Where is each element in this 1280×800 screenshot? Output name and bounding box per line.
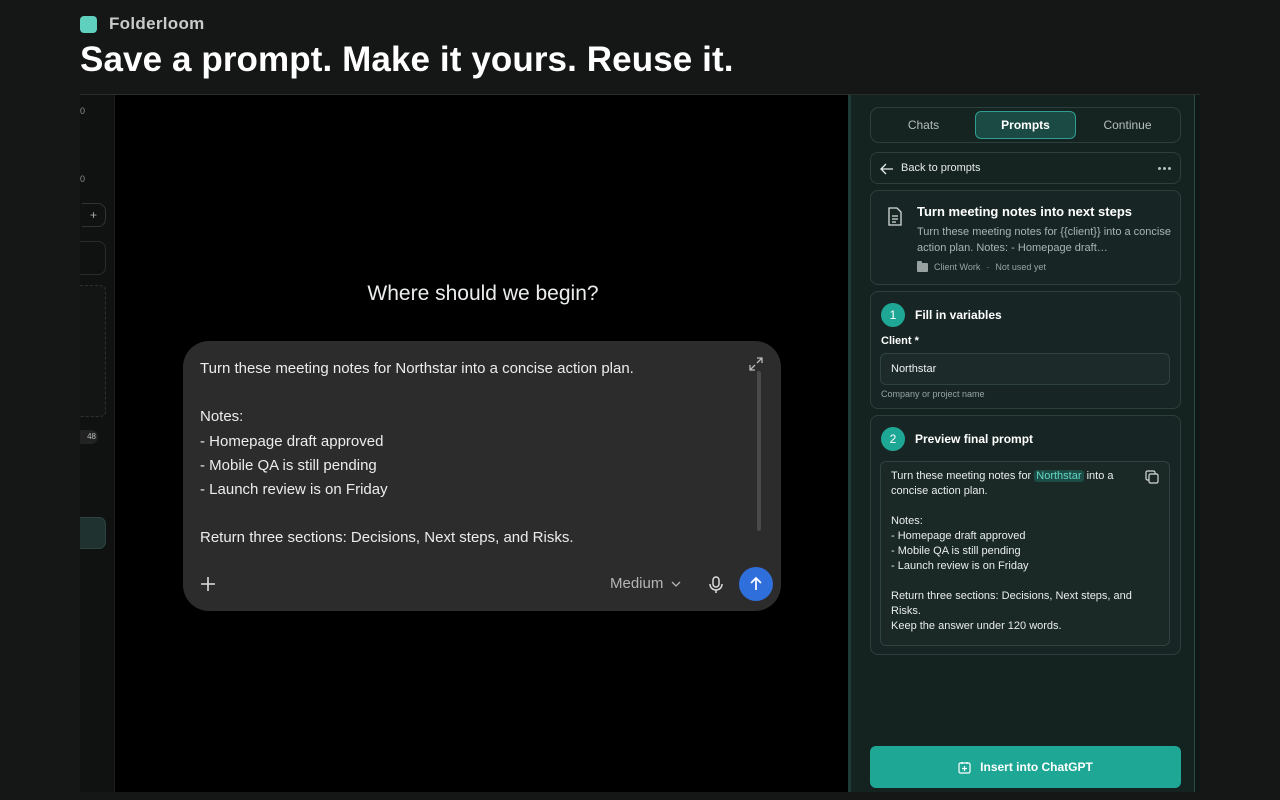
tab-continue[interactable]: Continue <box>1078 111 1177 139</box>
prompt-usage: Not used yet <box>995 262 1046 272</box>
panel-tabs: Chats Prompts Continue <box>870 107 1181 143</box>
step-title: Fill in variables <box>915 308 1002 322</box>
client-field-label: Client * <box>881 335 919 347</box>
copy-icon[interactable] <box>1145 470 1159 484</box>
add-attachment-icon[interactable] <box>198 574 218 594</box>
preview-box: Turn these meeting notes for Northstar i… <box>880 461 1170 646</box>
chat-composer[interactable]: Turn these meeting notes for Northstar i… <box>183 341 781 611</box>
prompt-description: Turn these meeting notes for {{client}} … <box>917 226 1171 254</box>
prompt-card: Turn meeting notes into next steps Turn … <box>870 190 1181 285</box>
headline: Save a prompt. Make it yours. Reuse it. <box>80 40 734 79</box>
sidebar-pill[interactable] <box>80 241 106 275</box>
client-field[interactable]: Northstar <box>880 353 1170 385</box>
document-icon <box>888 207 902 226</box>
client-field-hint: Company or project name <box>881 389 985 399</box>
step-title: Preview final prompt <box>915 432 1034 446</box>
composer-input[interactable]: Turn these meeting notes for Northstar i… <box>200 357 750 551</box>
more-options-icon[interactable] <box>1158 167 1171 170</box>
preview-text-rest: into a concise action plan. Notes: - Hom… <box>891 470 1132 632</box>
step-number: 2 <box>881 427 905 451</box>
composer-scrollbar[interactable] <box>757 371 761 531</box>
step-number: 1 <box>881 303 905 327</box>
insert-label: Insert into ChatGPT <box>980 760 1093 774</box>
send-button[interactable] <box>739 567 773 601</box>
panel-edge <box>1194 95 1200 792</box>
sidebar-count-badge: 48 <box>80 430 98 444</box>
chat-heading: Where should we begin? <box>367 282 599 305</box>
chat-sidebar: 0 0 + 48 <box>80 95 115 792</box>
sidebar-add-button[interactable]: + <box>82 203 106 227</box>
tab-prompts[interactable]: Prompts <box>975 111 1076 139</box>
sidebar-active-item[interactable] <box>80 517 106 549</box>
chevron-down-icon <box>671 581 681 587</box>
prompt-title: Turn meeting notes into next steps <box>917 204 1133 219</box>
extension-panel: Chats Prompts Continue Back to prompts T… <box>848 95 1200 792</box>
back-to-prompts-button[interactable]: Back to prompts <box>870 152 1181 184</box>
preview-text-start: Turn these meeting notes for <box>891 470 1035 482</box>
arrow-left-icon <box>880 163 893 175</box>
prompt-meta: Client Work · Not used yet <box>917 260 1046 272</box>
arrow-up-icon <box>750 576 762 590</box>
prompt-folder: Client Work <box>934 262 981 272</box>
meta-separator: · <box>986 262 990 272</box>
insert-icon <box>958 761 971 774</box>
variables-card: 1 Fill in variables Client * Northstar C… <box>870 291 1181 409</box>
tab-chats[interactable]: Chats <box>874 111 973 139</box>
sidebar-number: 0 <box>80 174 86 184</box>
model-select-label: Medium <box>610 575 664 592</box>
preview-text: Turn these meeting notes for Northstar i… <box>891 469 1141 634</box>
back-label: Back to prompts <box>901 162 981 174</box>
brand: Folderloom <box>80 14 205 34</box>
variable-highlight: Northstar <box>1034 470 1084 482</box>
preview-card: 2 Preview final prompt Turn these meetin… <box>870 415 1181 655</box>
model-select[interactable]: Medium <box>610 575 681 592</box>
brand-name: Folderloom <box>109 14 205 33</box>
expand-icon[interactable] <box>749 357 763 371</box>
microphone-icon[interactable] <box>707 575 725 595</box>
sidebar-number: 0 <box>80 106 86 116</box>
folder-icon <box>917 260 928 272</box>
app-screenshot: 0 0 + 48 Where should we begin? Turn the… <box>80 94 1200 792</box>
brand-logo-icon <box>80 15 97 33</box>
sidebar-dropzone <box>80 285 106 417</box>
insert-into-chatgpt-button[interactable]: Insert into ChatGPT <box>870 746 1181 788</box>
